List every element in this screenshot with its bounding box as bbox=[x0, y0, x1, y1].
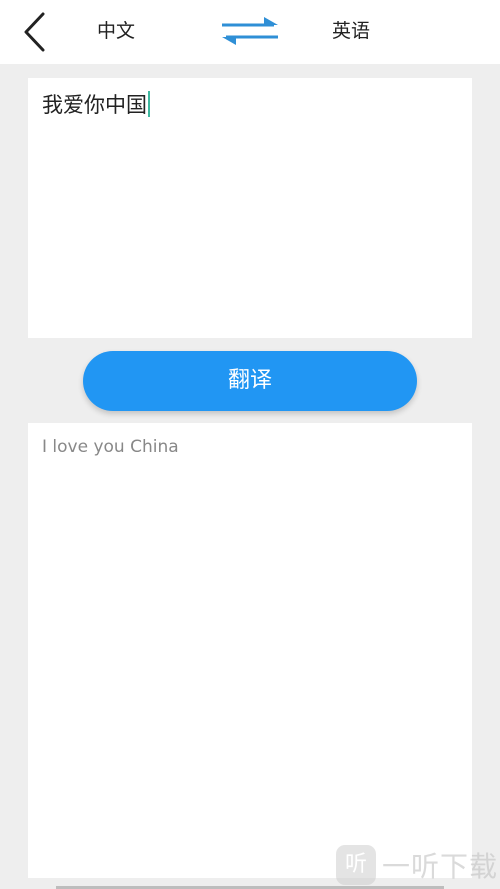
top-bar: 中文 英语 bbox=[0, 0, 500, 64]
source-text: 我爱你中国 bbox=[42, 93, 147, 117]
chevron-left-icon bbox=[24, 12, 45, 52]
watermark-logo: 听 bbox=[335, 845, 376, 885]
swap-languages-button[interactable] bbox=[220, 14, 280, 48]
translation-output: I love you China bbox=[28, 423, 472, 878]
source-text-input[interactable]: 我爱你中国 bbox=[28, 78, 472, 338]
watermark: 听 一听下载 bbox=[335, 843, 498, 887]
swap-arrows-icon bbox=[222, 17, 278, 45]
translation-text: I love you China bbox=[42, 437, 179, 457]
text-cursor bbox=[148, 91, 150, 117]
watermark-text: 一听下载 bbox=[381, 850, 498, 883]
back-button[interactable] bbox=[14, 10, 58, 54]
target-language-selector[interactable]: 英语 bbox=[332, 18, 370, 44]
source-language-selector[interactable]: 中文 bbox=[97, 18, 135, 44]
translate-button[interactable]: 翻译 bbox=[83, 351, 417, 411]
source-text-value[interactable]: 我爱你中国 bbox=[42, 90, 150, 120]
